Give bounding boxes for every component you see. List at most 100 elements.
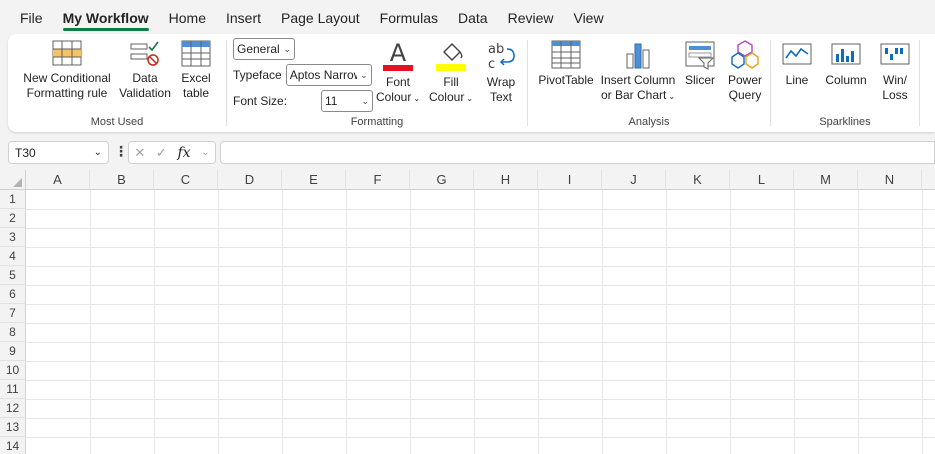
insert-column-chart-button[interactable]: Insert Column or Bar Chart ⌄ — [600, 40, 676, 104]
worksheet-grid[interactable]: A B C D E F G H I J K L M N 1 2 3 4 5 6 … — [0, 170, 935, 454]
group-label-sparklines: Sparklines — [819, 116, 871, 128]
check-icon[interactable]: ✓ — [156, 145, 167, 161]
font-size-select[interactable]: 11 ⌄ — [321, 90, 373, 112]
column-header[interactable]: I — [538, 170, 602, 190]
slicer-label: Slicer — [684, 73, 715, 87]
column-header[interactable]: K — [666, 170, 730, 190]
row-header[interactable]: 4 — [0, 247, 26, 266]
row-header[interactable]: 9 — [0, 342, 26, 361]
number-format-select[interactable]: General ⌄ — [233, 38, 295, 60]
sparkline-winloss-label-1: Win/ — [883, 73, 907, 87]
slicer-button[interactable]: Slicer — [680, 40, 720, 88]
pivot-table-label: PivotTable — [538, 73, 594, 87]
pivot-table-button[interactable]: PivotTable — [534, 40, 598, 88]
gridline — [538, 190, 539, 454]
gridline — [90, 190, 91, 454]
typeface-select[interactable]: Aptos Narrow ⌄ — [285, 64, 372, 86]
chevron-down-icon[interactable]: ⌄ — [94, 147, 102, 158]
insert-function-icon[interactable]: fx — [177, 145, 190, 161]
row-header[interactable]: 7 — [0, 304, 26, 323]
chevron-down-icon: ⌄ — [283, 43, 291, 54]
tab-formulas[interactable]: Formulas — [370, 0, 448, 34]
row-header[interactable]: 12 — [0, 399, 26, 418]
gridline — [26, 437, 935, 438]
data-validation-label-2: Validation — [119, 86, 171, 100]
gridline — [794, 190, 795, 454]
power-query-icon — [731, 40, 759, 69]
row-header[interactable]: 3 — [0, 228, 26, 247]
gridline — [26, 418, 935, 419]
column-header[interactable]: J — [602, 170, 666, 190]
formula-input[interactable] — [220, 141, 935, 164]
excel-table-button[interactable]: Excel table — [174, 40, 218, 101]
chevron-down-icon[interactable]: ⌄ — [201, 147, 209, 158]
sparkline-column-button[interactable]: Column — [823, 40, 869, 88]
data-validation-button[interactable]: Data Validation — [116, 40, 174, 101]
column-header[interactable]: D — [218, 170, 282, 190]
sparkline-winloss-button[interactable]: Win/ Loss — [875, 40, 915, 103]
more-options-icon[interactable]: ⋮ — [114, 143, 128, 160]
fill-colour-label-2: Colour — [428, 90, 465, 104]
column-header[interactable]: L — [730, 170, 794, 190]
column-header[interactable]: M — [794, 170, 858, 190]
chevron-down-icon: ⌄ — [668, 92, 676, 101]
row-header[interactable]: 8 — [0, 323, 26, 342]
row-header[interactable]: 6 — [0, 285, 26, 304]
gridline — [26, 285, 935, 286]
column-header[interactable]: B — [90, 170, 154, 190]
row-header[interactable]: 2 — [0, 209, 26, 228]
cancel-icon[interactable]: ✕ — [134, 145, 145, 161]
column-header[interactable]: E — [282, 170, 346, 190]
chevron-down-icon: ⌄ — [466, 94, 474, 103]
power-query-button[interactable]: Power Query — [724, 40, 766, 103]
row-header[interactable]: 14 — [0, 437, 26, 454]
select-all-button[interactable] — [0, 170, 26, 190]
name-box[interactable]: T30 ⌄ — [8, 141, 109, 164]
group-analysis: PivotTable Insert Column or Bar Chart ⌄ S… — [528, 34, 770, 132]
column-header[interactable]: C — [154, 170, 218, 190]
column-header[interactable]: F — [346, 170, 410, 190]
table-icon — [181, 40, 211, 67]
gridline — [26, 304, 935, 305]
row-header[interactable]: 11 — [0, 380, 26, 399]
column-header[interactable]: G — [410, 170, 474, 190]
column-header[interactable]: N — [858, 170, 922, 190]
row-header[interactable]: 10 — [0, 361, 26, 380]
tab-data[interactable]: Data — [448, 0, 498, 34]
tab-home[interactable]: Home — [159, 0, 216, 34]
data-validation-icon — [130, 41, 159, 66]
font-colour-button[interactable]: A Font Colour ⌄ — [373, 40, 423, 106]
excel-table-label-1: Excel — [181, 71, 211, 85]
insert-column-label-2: or Bar Chart — [600, 88, 667, 102]
sparkline-line-button[interactable]: Line — [777, 40, 817, 88]
gridline — [922, 190, 923, 454]
gridline — [730, 190, 731, 454]
tab-page-layout[interactable]: Page Layout — [271, 0, 370, 34]
svg-text:A: A — [390, 40, 407, 67]
tab-review[interactable]: Review — [498, 0, 564, 34]
formula-actions: ✕ ✓ fx ⌄ — [128, 141, 216, 164]
formula-bar: T30 ⌄ ⋮ ✕ ✓ fx ⌄ — [0, 140, 935, 166]
row-header[interactable]: 1 — [0, 190, 26, 209]
tab-insert[interactable]: Insert — [216, 0, 271, 34]
column-header[interactable]: H — [474, 170, 538, 190]
chevron-down-icon: ⌄ — [360, 69, 368, 80]
insert-column-label-1: Insert Column — [600, 73, 676, 87]
tab-file[interactable]: File — [0, 0, 53, 34]
group-sparklines: Line Column Win/ Loss Sparklines — [771, 34, 919, 132]
gridline — [26, 323, 935, 324]
gridline — [26, 247, 935, 248]
tab-view[interactable]: View — [563, 0, 613, 34]
sparkline-winloss-icon — [880, 43, 910, 65]
column-header[interactable]: A — [26, 170, 90, 190]
tab-my-workflow[interactable]: My Workflow — [53, 0, 159, 34]
row-header[interactable]: 5 — [0, 266, 26, 285]
new-conditional-formatting-button[interactable]: New Conditional Formatting rule — [18, 40, 116, 101]
fill-colour-button[interactable]: Fill Colour ⌄ — [425, 40, 477, 106]
group-formatting: General ⌄ Typeface Aptos Narrow ⌄ Font Siz… — [227, 34, 527, 132]
gridline — [26, 209, 935, 210]
wrap-text-button[interactable]: ab c Wrap Text — [479, 40, 523, 105]
conditional-formatting-icon — [52, 40, 82, 66]
row-header[interactable]: 13 — [0, 418, 26, 437]
svg-text:c: c — [488, 57, 495, 72]
